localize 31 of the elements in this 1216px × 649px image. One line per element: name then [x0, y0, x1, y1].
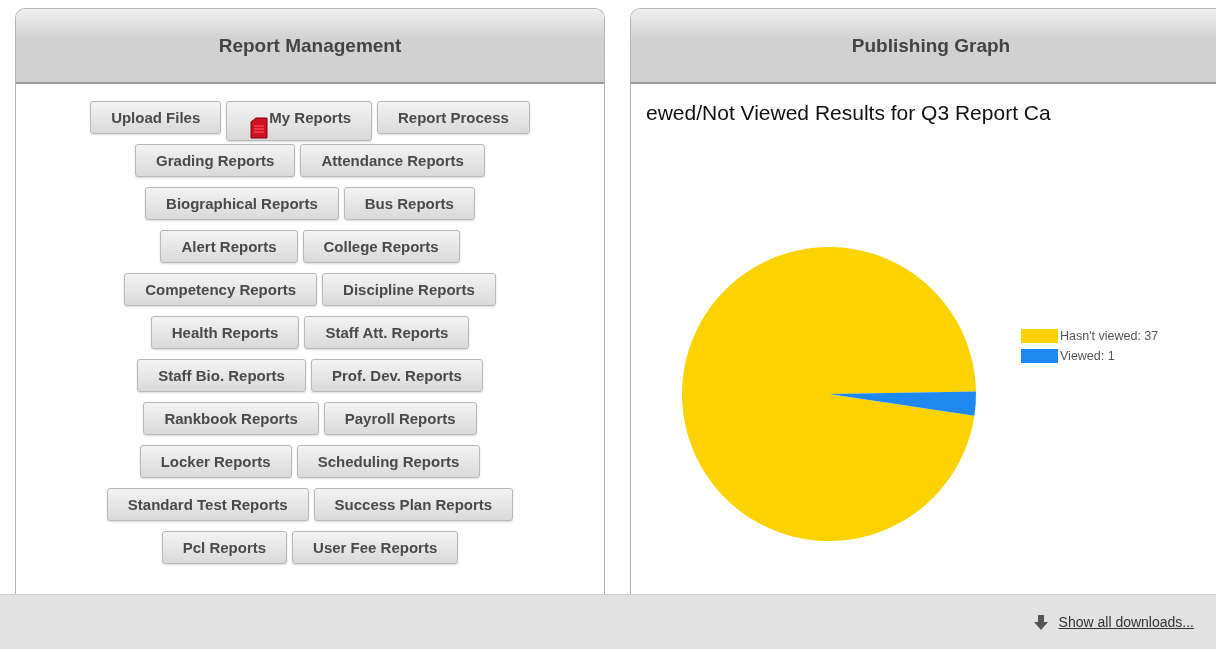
document-icon: [249, 117, 270, 139]
report-button[interactable]: Staff Bio. Reports: [137, 359, 306, 392]
report-button[interactable]: User Fee Reports: [292, 531, 459, 564]
report-button[interactable]: Success Plan Reports: [313, 488, 514, 521]
report-button[interactable]: College Reports: [302, 230, 460, 263]
report-button[interactable]: Rankbook Reports: [143, 402, 319, 435]
report-button[interactable]: Bus Reports: [343, 187, 475, 220]
report-button[interactable]: Standard Test Reports: [106, 488, 309, 521]
report-button[interactable]: Competency Reports: [124, 273, 318, 306]
panel-title: Report Management: [218, 34, 402, 57]
legend-label: Hasn't viewed: 37: [1060, 329, 1159, 343]
chart-title: ewed/Not Viewed Results for Q3 Report Ca: [646, 101, 1051, 125]
download-arrow-icon: [1032, 614, 1049, 630]
legend-label: Viewed: 1: [1060, 349, 1115, 363]
report-button[interactable]: Prof. Dev. Reports: [310, 359, 483, 392]
report-button[interactable]: Staff Att. Reports: [304, 316, 470, 349]
panel-title: Publishing Graph: [851, 34, 1011, 57]
report-button[interactable]: Locker Reports: [139, 445, 292, 478]
report-button[interactable]: Report Process: [377, 101, 530, 134]
report-button[interactable]: Biographical Reports: [145, 187, 339, 220]
report-button[interactable]: Attendance Reports: [300, 144, 485, 177]
show-downloads-link[interactable]: Show all downloads...: [1058, 614, 1194, 630]
report-button[interactable]: Grading Reports: [135, 144, 296, 177]
report-button[interactable]: Scheduling Reports: [296, 445, 481, 478]
report-button[interactable]: Alert Reports: [160, 230, 298, 263]
report-button[interactable]: Health Reports: [150, 316, 300, 349]
report-button[interactable]: Discipline Reports: [322, 273, 496, 306]
report-button[interactable]: Upload Files: [90, 101, 222, 134]
report-button[interactable]: My Reports: [226, 101, 372, 141]
report-button[interactable]: Payroll Reports: [323, 402, 477, 435]
report-button[interactable]: Pcl Reports: [161, 531, 288, 564]
